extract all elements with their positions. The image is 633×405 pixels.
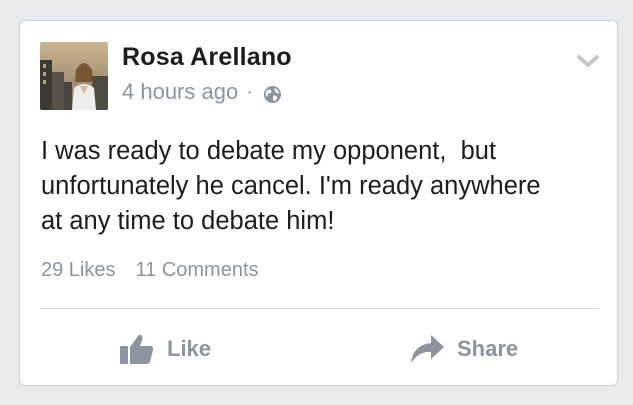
post-timestamp[interactable]: 4 hours ago xyxy=(122,79,238,105)
likes-count[interactable]: 29 Likes xyxy=(41,259,116,282)
post-stats: 29 Likes 11 Comments xyxy=(41,259,259,282)
thumbs-up-icon xyxy=(119,333,155,365)
post-meta: 4 hours ago · xyxy=(122,79,282,105)
post-card: Rosa Arellano 4 hours ago · I was ready … xyxy=(19,20,618,386)
divider xyxy=(40,308,599,309)
comments-count[interactable]: 11 Comments xyxy=(136,259,259,282)
like-button-label: Like xyxy=(167,336,212,361)
share-button[interactable]: Share xyxy=(409,329,518,369)
chevron-down-icon[interactable] xyxy=(576,53,600,69)
share-button-label: Share xyxy=(457,336,519,361)
share-arrow-icon xyxy=(409,333,445,365)
meta-separator: · xyxy=(246,80,253,103)
post-body: I was ready to debate my opponent, but u… xyxy=(41,137,541,235)
avatar[interactable] xyxy=(40,42,108,110)
globe-icon[interactable] xyxy=(263,84,282,103)
author-name[interactable]: Rosa Arellano xyxy=(122,43,292,72)
avatar-image xyxy=(40,42,108,110)
like-button[interactable]: Like xyxy=(119,329,211,369)
